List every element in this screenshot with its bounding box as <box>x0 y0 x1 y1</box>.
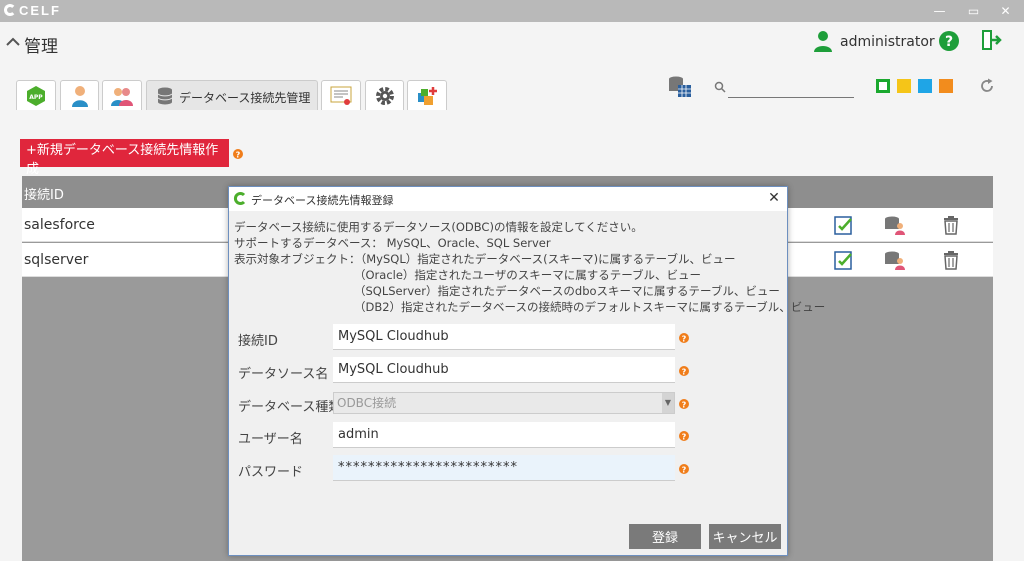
database-icon <box>157 87 173 104</box>
svg-text:?: ? <box>682 433 687 442</box>
trash-icon[interactable] <box>940 214 962 236</box>
page-title: 管理 <box>24 37 58 57</box>
description-line: （SQLServer）指定されたデータベースのdboスキーマに属するテーブル、ビ… <box>354 284 780 298</box>
edit-icon[interactable] <box>833 214 855 236</box>
user-database-icon[interactable] <box>884 249 906 271</box>
username-label: ユーザー名 <box>238 432 303 447</box>
logo-c-icon <box>4 4 16 16</box>
password-label: パスワード <box>238 465 304 480</box>
tab-user[interactable] <box>60 80 99 110</box>
page-header: 管理 administrator ? <box>0 22 1024 68</box>
password-input[interactable] <box>333 455 675 481</box>
row-connection-id: sqlserver <box>24 252 89 268</box>
tab-settings[interactable] <box>365 80 404 110</box>
trash-icon[interactable] <box>940 249 962 271</box>
description-line: 表示対象オブジェクト：（MySQL）指定されたデータベース(スキーマ)に属するテ… <box>234 252 736 266</box>
username[interactable]: administrator <box>840 34 935 50</box>
database-table-icon[interactable] <box>668 76 692 98</box>
connection-dialog: データベース接続先情報登録 ✕ データベース接続に使用するデータソース(ODBC… <box>228 186 825 556</box>
database-type-select[interactable]: ODBC接続 ▼ <box>333 392 675 414</box>
row-connection-id: salesforce <box>24 217 95 233</box>
hint-icon[interactable]: ? <box>679 365 689 377</box>
celf-logo-icon <box>234 192 246 205</box>
svg-text:?: ? <box>682 335 687 344</box>
app-logo: CELF <box>4 3 61 18</box>
hint-icon[interactable]: ? <box>679 332 689 344</box>
data-source-name-label: データソース名 <box>238 367 329 382</box>
dialog-close-button[interactable]: ✕ <box>765 190 783 206</box>
hint-icon[interactable]: ? <box>679 463 689 475</box>
database-type-value: ODBC接続 <box>337 396 397 410</box>
svg-text:?: ? <box>682 401 687 410</box>
svg-text:?: ? <box>682 368 687 377</box>
tab-app[interactable]: APP <box>16 80 56 110</box>
dialog-titlebar: データベース接続先情報登録 ✕ <box>229 187 787 211</box>
tab-database-connections[interactable]: データベース接続先管理 <box>146 80 318 110</box>
tab-group[interactable] <box>102 80 142 110</box>
hint-icon[interactable]: ? <box>233 148 243 160</box>
database-type-label: データベース種類 <box>238 400 342 415</box>
add-plugin-icon <box>418 86 437 105</box>
svg-text:?: ? <box>236 151 241 160</box>
connection-id-input[interactable] <box>333 324 675 350</box>
certificate-icon <box>330 86 352 105</box>
description-line: （Oracle）指定されたユーザのスキーマに属するテーブル、ビュー <box>354 268 701 282</box>
window-titlebar: CELF — ▭ ✕ <box>0 0 1024 22</box>
help-icon[interactable]: ? <box>938 30 960 52</box>
new-connection-button[interactable]: +新規データベース接続先情報作成 <box>20 139 229 177</box>
chevron-up-icon[interactable] <box>4 33 22 51</box>
window-close-button[interactable]: ✕ <box>990 0 1021 22</box>
theme-swatch-blue[interactable] <box>918 79 932 93</box>
connection-id-label: 接続ID <box>238 334 278 349</box>
hint-icon[interactable]: ? <box>679 430 689 442</box>
minimize-button[interactable]: — <box>924 0 955 22</box>
refresh-icon[interactable] <box>979 78 995 94</box>
cancel-button[interactable]: キャンセル <box>709 524 781 549</box>
search-input[interactable] <box>728 76 854 98</box>
maximize-button[interactable]: ▭ <box>958 0 989 22</box>
group-icon <box>111 87 133 106</box>
theme-swatch-orange[interactable] <box>939 79 953 93</box>
svg-text:APP: APP <box>29 94 43 101</box>
search-icon <box>714 81 726 93</box>
logout-icon[interactable] <box>980 28 1004 52</box>
edit-icon[interactable] <box>833 249 855 271</box>
column-header-connection-id: 接続ID <box>24 188 64 203</box>
theme-swatch-green[interactable] <box>876 79 890 93</box>
app-logo-text: CELF <box>19 3 61 18</box>
data-source-name-input[interactable] <box>333 357 675 383</box>
theme-swatch-yellow[interactable] <box>897 79 911 93</box>
tab-database-connections-label: データベース接続先管理 <box>179 91 311 105</box>
description-line: （DB2）指定されたデータベースの接続時のデフォルトスキーマに属するテーブル、ビ… <box>354 300 826 314</box>
user-icon <box>814 31 832 52</box>
svg-text:?: ? <box>682 466 687 475</box>
dialog-title: データベース接続先情報登録 <box>251 194 394 207</box>
app-icon: APP <box>27 85 45 106</box>
user-database-icon[interactable] <box>884 214 906 236</box>
svg-text:?: ? <box>945 34 953 50</box>
dropdown-arrow-icon[interactable]: ▼ <box>662 393 674 413</box>
tab-bar: APP データベース接続先管理 <box>0 68 1024 110</box>
hint-icon[interactable]: ? <box>679 398 689 410</box>
description-line: サポートするデータベース： MySQL、Oracle、SQL Server <box>234 236 551 250</box>
description-line: データベース接続に使用するデータソース(ODBC)の情報を設定してください。 <box>234 220 643 234</box>
tab-certificate[interactable] <box>321 80 361 110</box>
tab-add-plugin[interactable] <box>407 80 447 110</box>
person-icon <box>71 85 88 107</box>
register-button[interactable]: 登録 <box>629 524 701 549</box>
gear-icon <box>375 86 394 105</box>
username-input[interactable] <box>333 422 675 448</box>
